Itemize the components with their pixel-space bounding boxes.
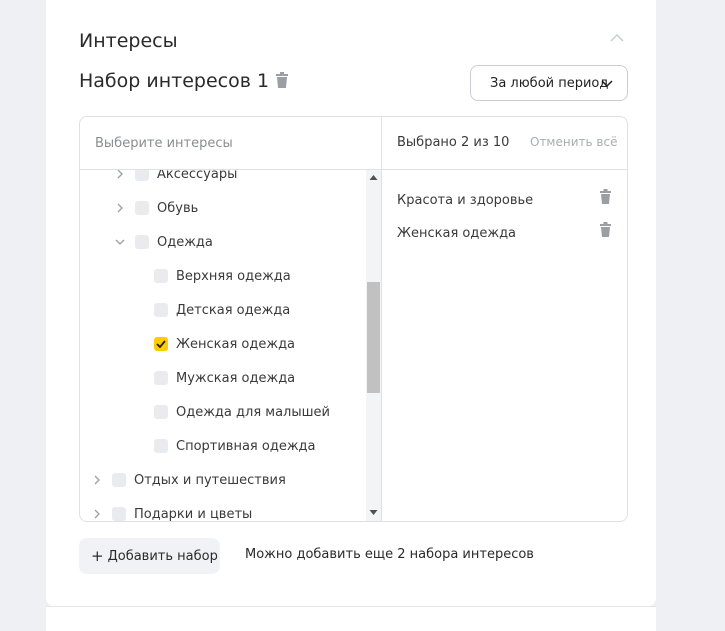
tree-item[interactable]: Одежда для малышей [154,401,330,423]
checkbox[interactable] [112,473,126,487]
checkbox[interactable] [154,303,168,317]
chevron-down-icon[interactable] [115,237,125,247]
selected-item-label: Женская одежда [397,226,517,241]
chevron-right-icon[interactable] [92,509,102,519]
tree-item-label: Одежда [157,234,213,250]
add-set-button[interactable]: + Добавить набор [79,538,220,574]
interests-card: Интересы Набор интересов 1 За любой пери… [46,0,656,606]
plus-icon: + [91,547,104,565]
chevron-right-icon[interactable] [115,203,125,213]
tree-item[interactable]: Одежда [115,231,213,253]
selected-pane: Выбрано 2 из 10 Отменить всё Красота и з… [382,117,627,521]
period-label: За любой период [490,75,609,91]
tree-item-label: Подарки и цветы [134,506,253,522]
selected-header: Выбрано 2 из 10 Отменить всё [382,117,627,170]
tree-item[interactable]: Аксессуары [115,170,237,185]
checkbox[interactable] [112,507,126,521]
scroll-up-arrow-icon[interactable] [369,173,378,182]
checkbox[interactable] [135,170,149,181]
checkbox[interactable] [154,269,168,283]
scrollbar[interactable] [366,170,381,521]
scroll-thumb[interactable] [367,282,380,393]
tree-item[interactable]: Детская одежда [154,299,290,321]
next-section [46,606,656,631]
selected-count: Выбрано 2 из 10 [397,135,510,150]
tree-item-label: Спортивная одежда [176,438,316,454]
chevron-down-icon [601,79,613,88]
cancel-all-link[interactable]: Отменить всё [530,135,617,149]
checkbox[interactable] [154,337,168,351]
tree-item-label: Обувь [157,200,199,216]
search-box [80,117,381,170]
tree-item-label: Женская одежда [176,336,296,352]
tree-item[interactable]: Верхняя одежда [154,265,291,287]
checkbox[interactable] [154,371,168,385]
checkbox[interactable] [154,405,168,419]
tree-item[interactable]: Женская одежда [154,333,295,355]
set-title: Набор интересов 1 [79,70,270,92]
checkbox[interactable] [135,201,149,215]
tree-item-label: Детская одежда [176,302,291,318]
section-title: Интересы [79,30,178,52]
tree-item[interactable]: Подарки и цветы [92,503,252,521]
add-set-label: Добавить набор [107,548,218,564]
chevron-right-icon[interactable] [92,475,102,485]
trash-icon[interactable] [599,222,612,238]
check-icon [156,340,166,348]
checkbox[interactable] [135,235,149,249]
checkbox[interactable] [154,439,168,453]
search-input[interactable] [95,132,365,154]
chevron-right-icon[interactable] [115,170,125,179]
interests-panel: Аксессуары Обувь Одежда Верхняя одежда Детск… [79,116,628,522]
period-select[interactable]: За любой период [470,65,628,101]
interests-tree: Аксессуары Обувь Одежда Верхняя одежда Детск… [80,170,366,521]
tree-item[interactable]: Отдых и путешествия [92,469,286,491]
scroll-down-arrow-icon[interactable] [369,508,378,517]
tree-item-label: Верхняя одежда [176,268,291,284]
tree-item[interactable]: Спортивная одежда [154,435,316,457]
tree-item-label: Отдых и путешествия [134,472,286,488]
tree-item-label: Мужская одежда [176,370,296,386]
tree-item-label: Одежда для малышей [176,404,330,420]
chevron-up-icon[interactable] [609,30,625,46]
trash-icon[interactable] [599,189,612,205]
interests-tree-pane: Аксессуары Обувь Одежда Верхняя одежда Детск… [80,117,382,521]
tree-item[interactable]: Обувь [115,197,198,219]
tree-item[interactable]: Мужская одежда [154,367,295,389]
selected-item-label: Красота и здоровье [397,193,534,208]
trash-icon[interactable] [275,72,289,89]
tree-item-label: Аксессуары [157,170,238,182]
add-set-hint: Можно добавить еще 2 набора интересов [245,547,534,562]
